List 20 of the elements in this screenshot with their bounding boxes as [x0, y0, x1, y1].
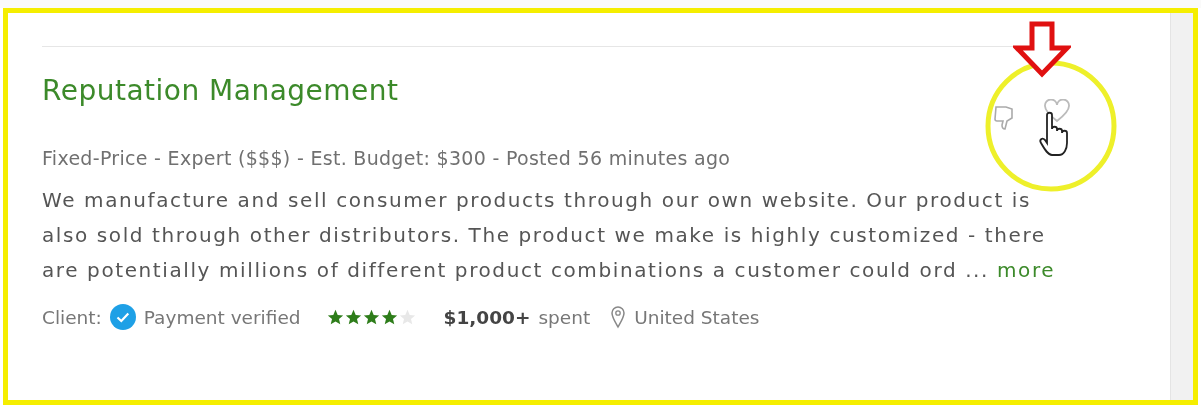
job-title[interactable]: Reputation Management	[42, 73, 399, 107]
down-arrow-icon	[1013, 21, 1071, 79]
spent-amount: $1,000+	[443, 306, 531, 328]
star-icon	[362, 308, 380, 326]
verified-icon	[109, 304, 136, 330]
more-link[interactable]: more	[997, 258, 1056, 282]
heart-icon[interactable]	[1043, 99, 1071, 123]
job-meta: Fixed-Price - Expert ($$$) - Est. Budget: $300 - Posted 56 minutes ago	[42, 147, 732, 169]
location: United States	[634, 306, 760, 328]
spent-label: spent	[538, 306, 591, 328]
star-icon	[398, 308, 416, 326]
client-label: Client:	[42, 306, 102, 328]
star-icon	[344, 308, 362, 326]
location-pin-icon	[610, 305, 627, 329]
star-icon	[326, 308, 344, 326]
scrollbar[interactable]	[1170, 13, 1193, 400]
star-icon	[380, 308, 398, 326]
hand-cursor-icon	[1038, 111, 1070, 159]
payment-status: Payment verified	[143, 306, 301, 328]
job-description: We manufacture and sell consumer products through our own website. Our product is also sold through other distributors. The product we make is highly customized - there are potentially millions of different product combinations a customer could ord ... more	[42, 187, 1057, 284]
